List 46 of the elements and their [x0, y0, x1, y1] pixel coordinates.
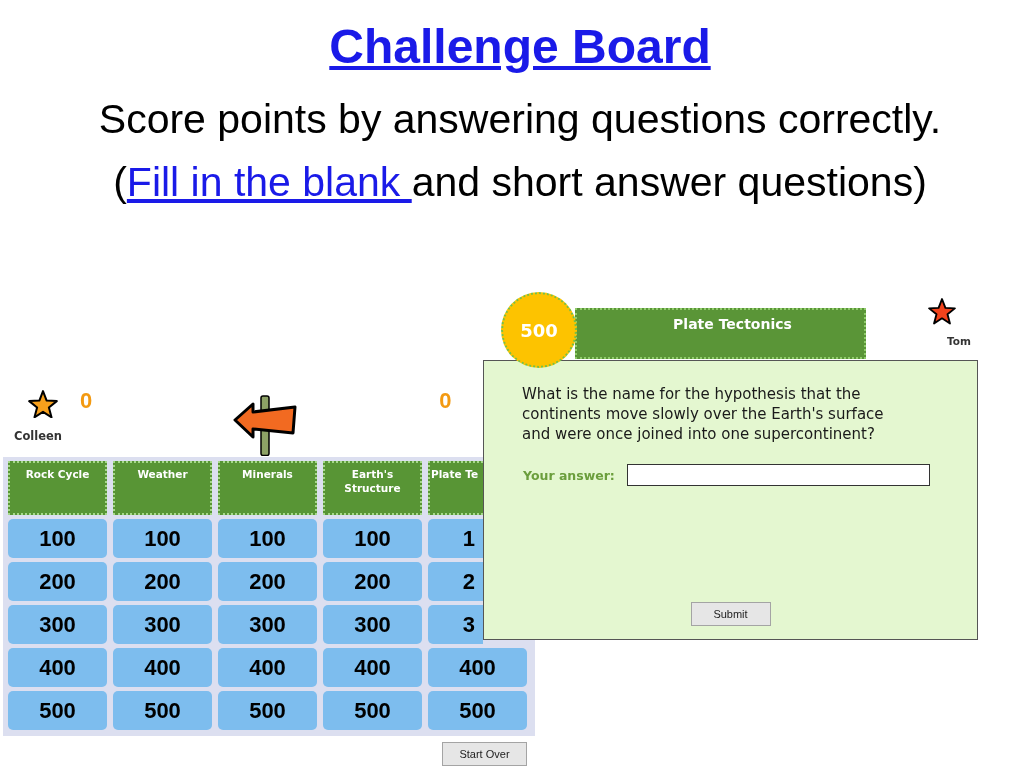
points-tile[interactable]: 400	[113, 648, 212, 687]
answer-field[interactable]	[626, 464, 930, 486]
category-header: Earth's Structure	[323, 461, 422, 515]
points-tile[interactable]: 200	[8, 562, 107, 601]
points-tile[interactable]: 300	[323, 605, 422, 644]
text-link[interactable]: Fill in the blank	[126, 159, 412, 205]
points-tile[interactable]: 500	[113, 691, 212, 730]
submit-button[interactable]: Submit	[690, 602, 771, 626]
points-tile[interactable]: 400	[323, 648, 422, 687]
points-tile[interactable]: 100	[218, 519, 317, 558]
note-text: (Fill in the blank and short answer questions)	[113, 159, 927, 205]
points-tile[interactable]: 300	[218, 605, 317, 644]
points-tile[interactable]: 500	[8, 691, 107, 730]
points-badge: 500	[501, 292, 577, 368]
answer-label: Your answer:	[523, 467, 615, 483]
category-banner: Plate Tectonics	[575, 308, 866, 359]
subtitle-text: Score points by answering questions correctly.	[98, 96, 942, 142]
question-text: What is the name for the hypothesis that the continents move slowly over the Earth's surface and were once joined into one supercontinent?	[522, 384, 885, 444]
points-tile[interactable]: 400	[218, 648, 317, 687]
title-link[interactable]: Challenge Board	[329, 20, 711, 73]
points-tile[interactable]: 3	[428, 605, 483, 644]
points-tile[interactable]: 200	[323, 562, 422, 601]
points-tile[interactable]: 200	[218, 562, 317, 601]
points-tile[interactable]: 500	[428, 691, 527, 730]
player-name: Tom	[947, 333, 971, 348]
points-tile[interactable]: 300	[113, 605, 212, 644]
points-tile[interactable]: 500	[218, 691, 317, 730]
points-tile[interactable]: 300	[8, 605, 107, 644]
player-score: 0	[80, 388, 93, 413]
signpost-icon	[233, 395, 298, 456]
category-header: Minerals	[218, 461, 317, 515]
points-tile[interactable]: 2	[428, 562, 483, 601]
points-tile[interactable]: 100	[113, 519, 212, 558]
points-tile[interactable]: 500	[323, 691, 422, 730]
points-tile[interactable]: 400	[428, 648, 527, 687]
points-tile[interactable]: 1	[428, 519, 483, 558]
start-over-button[interactable]: Start Over	[442, 742, 527, 766]
points-tile[interactable]: 400	[8, 648, 107, 687]
player-score: 0	[439, 388, 452, 413]
points-tile[interactable]: 100	[323, 519, 422, 558]
points-tile[interactable]: 200	[113, 562, 212, 601]
category-header: Rock Cycle	[8, 461, 107, 515]
category-header: Plate Te	[428, 461, 483, 515]
points-tile[interactable]: 100	[8, 519, 107, 558]
player-name: Colleen	[14, 429, 62, 444]
category-header: Weather	[113, 461, 212, 515]
